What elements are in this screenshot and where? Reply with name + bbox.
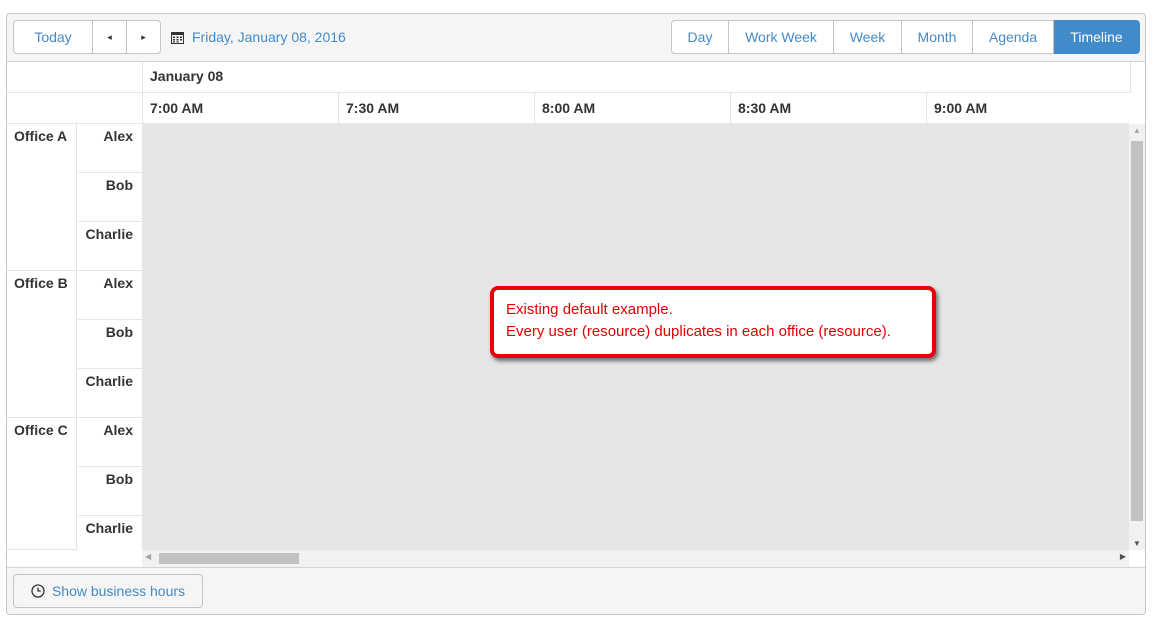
view-month-button[interactable]: Month — [902, 20, 973, 54]
resource-office-b: Office B — [7, 271, 77, 418]
today-button[interactable]: Today — [13, 20, 93, 54]
annotation-callout: Existing default example. Every user (re… — [490, 286, 936, 358]
header-corner — [7, 62, 142, 124]
time-slot-header: 7:30 AM — [338, 93, 534, 123]
scheduler-footer: Show business hours — [7, 567, 1145, 614]
resource-person: Charlie — [78, 369, 142, 418]
scheduler-toolbar: Today ◂ ▸ Friday, January 08, 2016 Day W… — [7, 14, 1145, 62]
view-agenda-button[interactable]: Agenda — [973, 20, 1054, 54]
show-business-hours-button[interactable]: Show business hours — [13, 574, 203, 608]
resource-person: Bob — [78, 467, 142, 516]
time-slot-header: 8:30 AM — [730, 93, 926, 123]
timeline-header: January 08 7:00 AM 7:30 AM 8:00 AM 8:30 … — [7, 62, 1145, 124]
callout-line-2: Every user (resource) duplicates in each… — [506, 323, 891, 340]
caret-left-icon: ◂ — [107, 31, 112, 42]
scroll-down-icon[interactable]: ▼ — [1129, 539, 1145, 548]
resource-person: Alex — [78, 271, 142, 320]
date-header-row: January 08 — [142, 62, 1131, 93]
horizontal-scroll-thumb[interactable] — [159, 553, 299, 564]
resource-person: Bob — [78, 173, 142, 222]
previous-button[interactable]: ◂ — [92, 20, 127, 54]
resource-office-a: Office A — [7, 124, 77, 271]
horizontal-scrollbar[interactable]: ◀ ▶ — [142, 550, 1129, 567]
resource-column: Office A Alex Bob Charlie Office B Alex … — [7, 124, 142, 550]
scroll-left-icon[interactable]: ◀ — [145, 552, 151, 561]
callout-line-1: Existing default example. — [506, 301, 673, 318]
resource-person: Alex — [78, 418, 142, 467]
resource-person: Bob — [78, 320, 142, 369]
current-date-label: Friday, January 08, 2016 — [192, 29, 346, 45]
time-slot-header: 9:00 AM — [926, 93, 1129, 123]
time-slot-header: 7:00 AM — [142, 93, 338, 123]
view-day-button[interactable]: Day — [671, 20, 729, 54]
time-header-row: 7:00 AM 7:30 AM 8:00 AM 8:30 AM 9:00 AM — [142, 93, 1129, 124]
vertical-scroll-thumb[interactable] — [1131, 141, 1143, 521]
view-week-button[interactable]: Week — [834, 20, 902, 54]
resource-person: Alex — [78, 124, 142, 173]
time-slot-header: 8:00 AM — [534, 93, 730, 123]
view-timeline-button[interactable]: Timeline — [1054, 20, 1140, 54]
vertical-scrollbar[interactable]: ▲ ▼ — [1129, 124, 1145, 550]
resource-scroll-spacer — [7, 550, 142, 567]
date-header-label: January 08 — [150, 68, 224, 84]
resource-office-c: Office C — [7, 418, 77, 550]
resource-person: Charlie — [78, 222, 142, 271]
current-date-picker[interactable]: Friday, January 08, 2016 — [171, 20, 346, 54]
view-work-week-button[interactable]: Work Week — [729, 20, 834, 54]
show-business-hours-label: Show business hours — [51, 583, 186, 599]
scroll-up-icon[interactable]: ▲ — [1129, 126, 1145, 135]
scroll-right-icon[interactable]: ▶ — [1120, 552, 1126, 561]
caret-right-icon: ▸ — [141, 31, 146, 42]
clock-icon — [31, 584, 45, 598]
header-corner-divider — [7, 92, 142, 93]
next-button[interactable]: ▸ — [126, 20, 161, 54]
calendar-icon — [171, 31, 184, 44]
